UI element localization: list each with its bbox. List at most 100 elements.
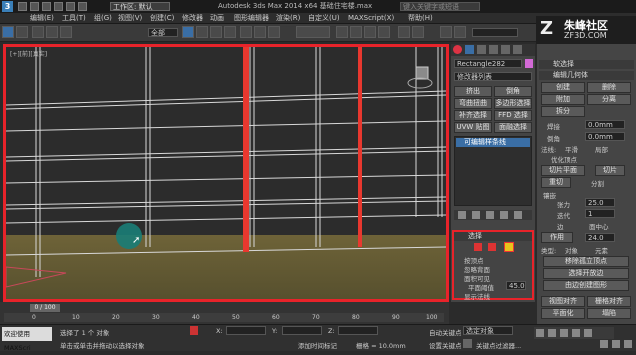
view-align-button[interactable]: 视图对齐 xyxy=(541,296,585,307)
collapse-input[interactable]: 24.0 xyxy=(585,233,615,242)
type-element-radio[interactable]: 元素 xyxy=(595,245,608,255)
key-filters-button[interactable]: 关键点过滤器... xyxy=(476,340,521,350)
menu-modifiers[interactable]: 修改器 xyxy=(182,14,203,23)
face-center-radio[interactable]: 面中心 xyxy=(589,221,609,231)
undo-button-icon[interactable] xyxy=(2,26,14,38)
move-icon[interactable] xyxy=(240,26,252,38)
bevel-button[interactable]: 倒角 xyxy=(494,86,532,97)
menu-tools[interactable]: 工具(T) xyxy=(62,14,86,23)
bind-spacewarp-icon[interactable] xyxy=(60,26,72,38)
ffd-select-button[interactable]: FFD 选择 xyxy=(494,110,532,121)
open-file-icon[interactable] xyxy=(30,2,39,11)
time-slider[interactable]: 0 / 100 xyxy=(30,304,60,312)
lock-selection-icon[interactable] xyxy=(190,326,198,335)
motion-tab-icon[interactable] xyxy=(489,45,498,54)
menu-animation[interactable]: 动画 xyxy=(210,14,224,23)
optimize-check[interactable]: 优化顶点 xyxy=(551,154,577,164)
play-icon[interactable] xyxy=(560,329,568,337)
create-tab-icon[interactable] xyxy=(453,45,462,54)
mirror-icon[interactable] xyxy=(398,26,410,38)
split-button[interactable]: 拆分 xyxy=(541,106,585,117)
iterations-input[interactable]: 1 xyxy=(585,209,615,218)
save-file-icon[interactable] xyxy=(42,2,51,11)
remove-isolated-button[interactable]: 移除孤立顶点 xyxy=(543,256,629,267)
project-folder-icon[interactable] xyxy=(78,2,87,11)
key-mode-dropdown[interactable]: 选定对象 xyxy=(463,326,513,335)
object-name-field[interactable]: Rectangle282 xyxy=(454,59,522,68)
pan-icon[interactable] xyxy=(612,340,620,348)
select-open-edges-button[interactable]: 选择开放边 xyxy=(543,268,629,279)
extrude-button[interactable]: 挤出 xyxy=(454,86,492,97)
menu-customize[interactable]: 自定义(U) xyxy=(308,14,340,23)
next-frame-icon[interactable] xyxy=(572,329,580,337)
modify-tab-icon[interactable] xyxy=(465,45,474,54)
maxscript-listener[interactable]: 欢迎使用 MAXScri xyxy=(2,327,52,352)
selection-header[interactable]: 选择 xyxy=(454,232,532,241)
select-by-name-icon[interactable] xyxy=(196,26,208,38)
planarize-button[interactable]: 平面化 xyxy=(541,308,585,319)
stack-item-editable-spline[interactable]: 可编辑样条线 xyxy=(456,138,530,147)
undo-icon[interactable] xyxy=(54,2,63,11)
menu-views[interactable]: 视图(V) xyxy=(118,14,142,23)
bend-twist-button[interactable]: 弯曲扭曲 xyxy=(454,98,492,109)
collapse-button[interactable]: 塌陷 xyxy=(587,308,631,319)
menu-maxscript[interactable]: MAXScript(X) xyxy=(348,14,394,23)
spinner-snap-icon[interactable] xyxy=(378,26,390,38)
normal-local-radio[interactable]: 局部 xyxy=(595,144,608,154)
attach-button[interactable]: 附加 xyxy=(541,94,585,105)
tension-input[interactable]: 25.0 xyxy=(585,198,615,207)
make-unique-icon[interactable] xyxy=(486,211,494,219)
delete-button[interactable]: 删除 xyxy=(587,82,631,93)
y-coord-input[interactable] xyxy=(282,326,322,335)
scale-icon[interactable] xyxy=(268,26,280,38)
create-shape-button[interactable]: 由边创建图形 xyxy=(543,280,629,291)
render-setup-icon[interactable] xyxy=(454,26,466,38)
reference-coordinate-dropdown[interactable] xyxy=(296,26,330,38)
segment-mode-icon[interactable] xyxy=(488,243,496,251)
spline-mode-icon[interactable] xyxy=(504,242,514,252)
menu-edit[interactable]: 编辑(E) xyxy=(30,14,54,23)
go-to-end-icon[interactable] xyxy=(584,329,592,337)
menu-rendering[interactable]: 渲染(R) xyxy=(276,14,300,23)
unlink-icon[interactable] xyxy=(46,26,58,38)
track-bar[interactable]: 0 10 20 30 40 50 60 70 80 90 100 xyxy=(4,313,444,322)
rotate-icon[interactable] xyxy=(254,26,266,38)
reset-button[interactable]: 重切 xyxy=(541,177,571,188)
selection-filter-dropdown[interactable]: 全部 xyxy=(148,28,178,37)
weld-input[interactable]: 0.0mm xyxy=(585,120,625,129)
redo-icon[interactable] xyxy=(66,2,75,11)
named-selection-dropdown[interactable] xyxy=(472,28,518,37)
show-end-result-icon[interactable] xyxy=(472,211,480,219)
slice-plane-button[interactable]: 切片平面 xyxy=(541,165,585,176)
window-crossing-icon[interactable] xyxy=(224,26,236,38)
patch-select-button[interactable]: 补齐选择 xyxy=(454,110,492,121)
orbit-icon[interactable] xyxy=(624,340,632,348)
display-tab-icon[interactable] xyxy=(501,45,510,54)
go-to-start-icon[interactable] xyxy=(536,329,544,337)
percent-snap-icon[interactable] xyxy=(364,26,376,38)
uvw-map-button[interactable]: UVW 贴图 xyxy=(454,122,492,133)
menu-create[interactable]: 创建(C) xyxy=(150,14,174,23)
material-editor-icon[interactable] xyxy=(440,26,452,38)
search-input[interactable]: 键入关键字或短语 xyxy=(400,2,480,11)
viewport-front[interactable]: [+][前][真实] ➚ xyxy=(3,44,449,302)
hierarchy-tab-icon[interactable] xyxy=(477,45,486,54)
poly-select-button[interactable]: 多边形选择 xyxy=(494,98,532,109)
angle-snap-icon[interactable] xyxy=(350,26,362,38)
object-color-swatch[interactable] xyxy=(525,59,533,68)
x-coord-input[interactable] xyxy=(226,326,266,335)
chamfer-input[interactable]: 0.0mm xyxy=(585,132,625,141)
new-file-icon[interactable] xyxy=(18,2,27,11)
grid-align-button[interactable]: 栅格对齐 xyxy=(587,296,631,307)
select-object-icon[interactable] xyxy=(182,26,194,38)
menu-help[interactable]: 帮助(H) xyxy=(408,14,433,23)
workspace-dropdown[interactable]: 工作区: 默认 xyxy=(110,2,170,11)
set-key-button[interactable]: 设置关键点 xyxy=(429,340,462,350)
redo-button-icon[interactable] xyxy=(16,26,28,38)
slice-button[interactable]: 切片 xyxy=(595,165,625,176)
utilities-tab-icon[interactable] xyxy=(513,45,522,54)
remove-modifier-icon[interactable] xyxy=(500,211,508,219)
key-icon[interactable] xyxy=(463,339,472,348)
modifier-list-dropdown[interactable]: 修改器列表 xyxy=(454,72,532,81)
snap-toggle-icon[interactable] xyxy=(336,26,348,38)
